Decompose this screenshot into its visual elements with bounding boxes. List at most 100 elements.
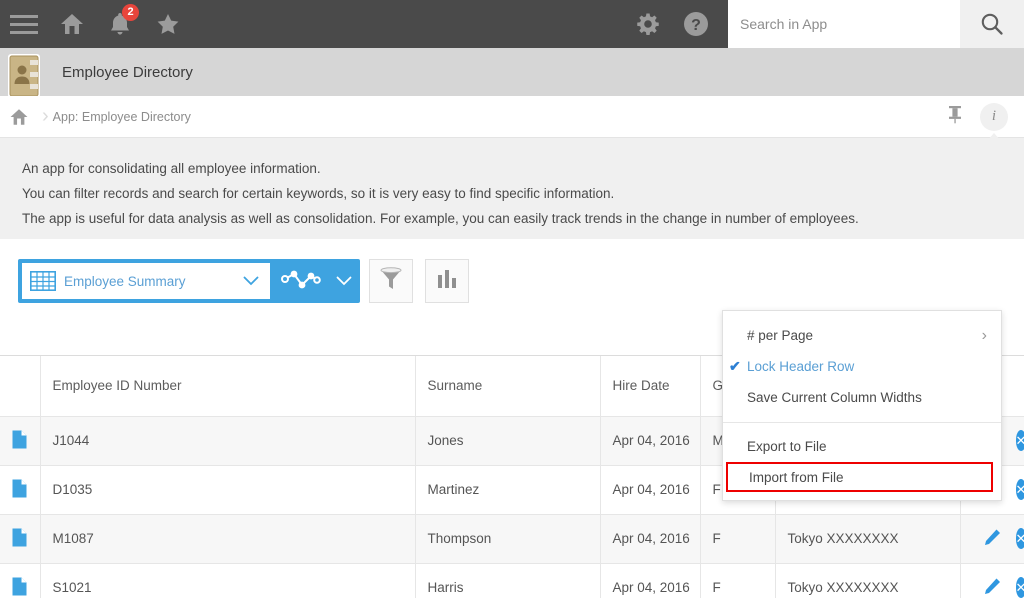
address-book-glyph (8, 54, 40, 99)
row-actions: ✕ (973, 528, 1023, 550)
row-document-icon-cell[interactable] (0, 514, 41, 564)
menu-item-label: Export to File (747, 439, 827, 454)
info-icon-label: i (991, 108, 997, 124)
cell-employee-id: S1021 (40, 563, 416, 598)
check-icon: ✔ (729, 358, 741, 374)
cell-employee-id: J1044 (40, 416, 416, 466)
address-book-icon (6, 52, 44, 100)
document-glyph (12, 430, 27, 448)
cell-surname: Martinez (415, 465, 601, 515)
pencil-glyph (984, 578, 1000, 594)
row-actions: ✕ (973, 577, 1023, 598)
breadcrumb-path[interactable]: App: Employee Directory (53, 110, 191, 124)
app-description-panel: An app for consolidating all employee in… (0, 138, 1024, 239)
cell-surname: Harris (415, 563, 601, 598)
chevron-down-glyph (243, 276, 259, 286)
document-icon (12, 479, 27, 501)
breadcrumb-home-icon[interactable] (0, 107, 38, 127)
gear-glyph (637, 13, 659, 35)
table-row[interactable]: M1087 Thompson Apr 04, 2016 F Tokyo XXXX… (0, 514, 1024, 564)
chevron-right-icon: › (981, 326, 987, 344)
bar-chart-icon (436, 268, 458, 295)
chevron-down-glyph (336, 276, 352, 286)
info-icon[interactable]: i (980, 102, 1008, 131)
description-line-2: You can filter records and search for ce… (22, 186, 615, 201)
cell-hire-date: Apr 04, 2016 (600, 514, 701, 564)
col-header-surname[interactable]: Surname (415, 356, 601, 417)
chevron-down-icon (240, 276, 262, 286)
table-grid-glyph (30, 271, 56, 291)
gear-icon[interactable] (624, 0, 672, 48)
cell-address: Tokyo XXXXXXXX (775, 514, 961, 564)
application-window: 2 ? Search in App Employee Directory › A… (0, 0, 1024, 598)
line-chart-glyph (281, 270, 321, 289)
topbar-right-group: ? (624, 0, 1024, 48)
close-circle-icon[interactable]: ✕ (1015, 528, 1023, 549)
description-line-1: An app for consolidating all employee in… (22, 161, 321, 176)
menu-item-label: Lock Header Row (747, 359, 855, 374)
document-icon (12, 430, 27, 452)
cell-employee-id: D1035 (40, 465, 416, 515)
more-options-menu: # per Page › ✔ Lock Header Row Save Curr… (722, 310, 1002, 501)
menu-item-export-to-file[interactable]: Export to File (723, 431, 1001, 462)
breadcrumb-actions: i (946, 102, 1024, 131)
notification-badge: 2 (122, 4, 139, 21)
menu-item-import-from-file[interactable]: Import from File (726, 462, 993, 492)
page-title: Employee Directory (62, 63, 193, 81)
menu-item-label: Import from File (749, 469, 844, 485)
pin-icon[interactable] (946, 104, 964, 129)
chart-button[interactable] (425, 259, 469, 303)
row-document-icon-cell[interactable] (0, 465, 41, 515)
document-glyph (12, 479, 27, 497)
menu-item-label: # per Page (747, 328, 814, 343)
menu-item-save-column-widths[interactable]: Save Current Column Widths (723, 382, 1001, 413)
pencil-icon[interactable] (983, 528, 1002, 550)
bell-icon[interactable]: 2 (96, 0, 144, 48)
star-icon[interactable] (144, 0, 192, 48)
line-chart-icon[interactable] (274, 259, 328, 303)
description-line-3: The app is useful for data analysis as w… (22, 211, 859, 226)
view-graph-chevron-down-icon[interactable] (328, 259, 360, 303)
cell-hire-date: Apr 04, 2016 (600, 465, 701, 515)
bar-chart-glyph (438, 269, 456, 288)
close-circle-icon[interactable]: ✕ (1015, 577, 1023, 598)
menu-divider (723, 422, 1001, 423)
document-glyph (12, 528, 27, 546)
col-header-employee-id[interactable]: Employee ID Number (40, 356, 416, 417)
view-select-label: Employee Summary (64, 273, 186, 289)
filter-button[interactable] (369, 259, 413, 303)
pencil-icon[interactable] (983, 577, 1002, 598)
help-glyph: ? (684, 12, 708, 36)
table-grid-icon (30, 271, 56, 291)
row-document-icon-cell[interactable] (0, 563, 41, 598)
cell-actions: ✕ (960, 563, 1024, 598)
cell-hire-date: Apr 04, 2016 (600, 416, 701, 466)
hamburger-lines (10, 14, 38, 34)
cell-employee-id: M1087 (40, 514, 416, 564)
funnel-icon (379, 266, 403, 297)
close-circle-icon[interactable]: ✕ (1015, 430, 1023, 451)
breadcrumb-separator: › (42, 105, 49, 127)
document-glyph (12, 577, 27, 595)
menu-item-label: Save Current Column Widths (747, 390, 922, 405)
row-document-icon-cell[interactable] (0, 416, 41, 466)
search-submit-button[interactable] (960, 0, 1024, 48)
table-row[interactable]: S1021 Harris Apr 04, 2016 F Tokyo XXXXXX… (0, 563, 1024, 598)
close-circle-icon[interactable]: ✕ (1015, 479, 1023, 500)
cell-hire-date: Apr 04, 2016 (600, 563, 701, 598)
global-search (728, 0, 1024, 48)
pencil-glyph (984, 529, 1000, 545)
document-icon (12, 577, 27, 598)
menu-item-per-page[interactable]: # per Page › (723, 320, 1001, 351)
cell-address: Tokyo XXXXXXXX (775, 563, 961, 598)
help-icon[interactable]: ? (672, 0, 720, 48)
menu-icon[interactable] (0, 0, 48, 48)
document-icon (12, 528, 27, 550)
col-header-hire-date[interactable]: Hire Date (600, 356, 701, 417)
view-select-field[interactable]: Employee Summary (22, 263, 270, 299)
search-input[interactable] (728, 0, 960, 48)
home-icon[interactable] (48, 0, 96, 48)
menu-item-lock-header-row[interactable]: ✔ Lock Header Row (723, 351, 1001, 382)
pin-glyph (949, 106, 961, 124)
global-top-bar: 2 ? (0, 0, 1024, 48)
